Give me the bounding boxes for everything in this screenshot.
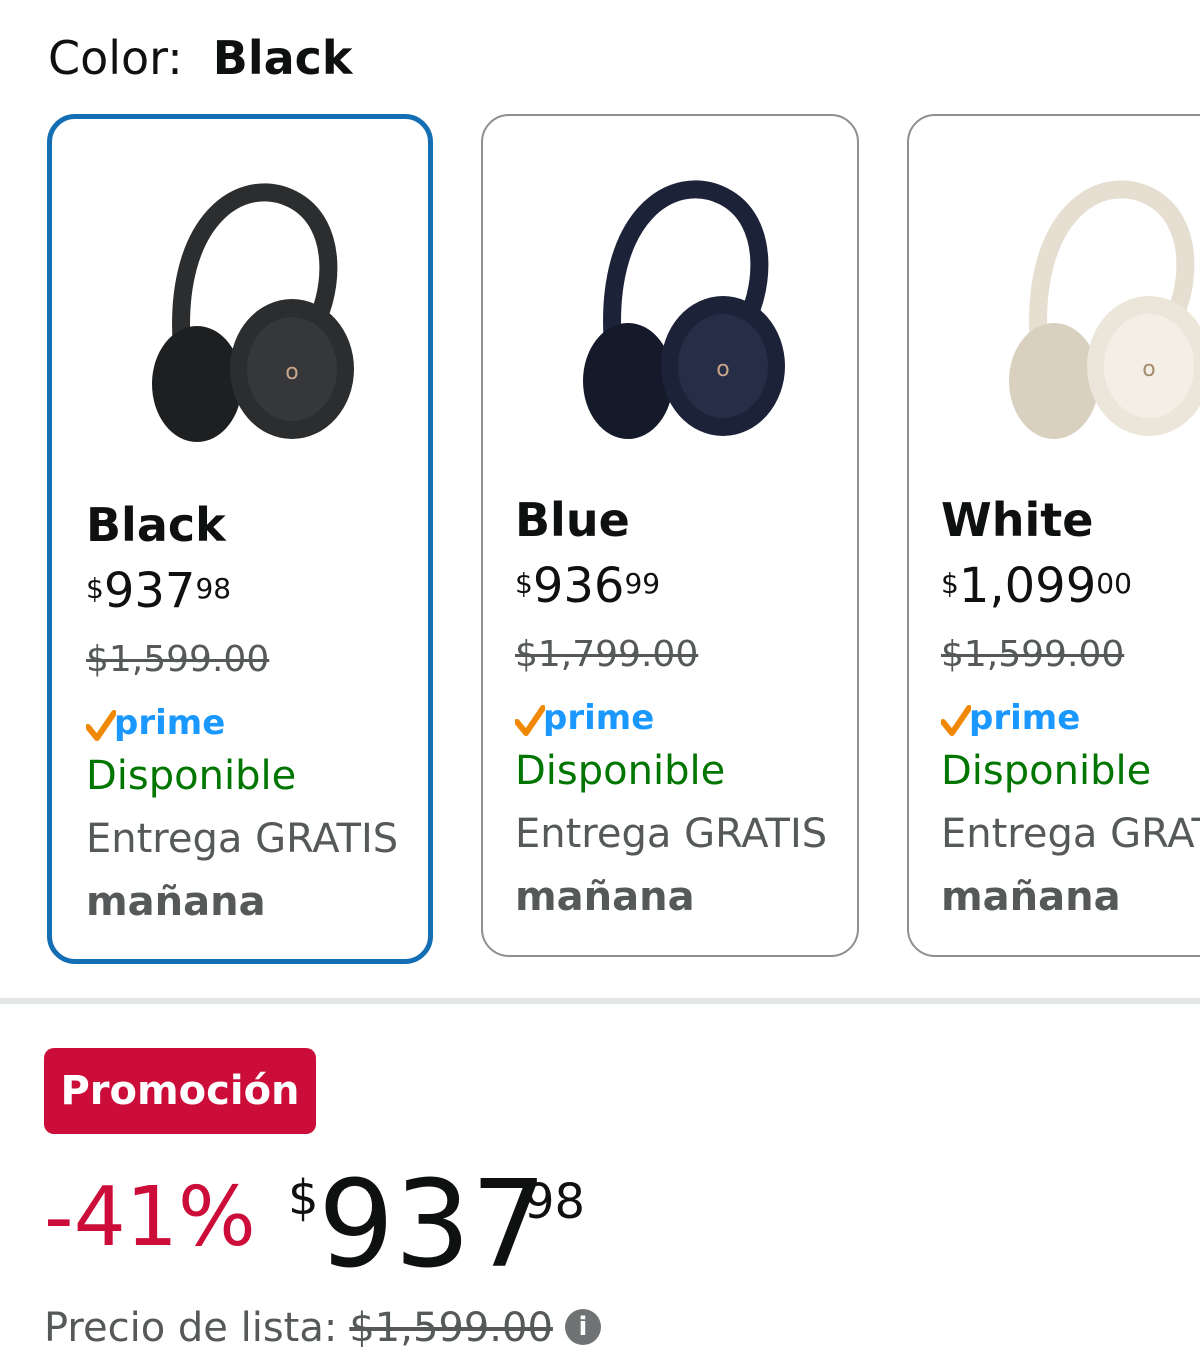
svg-text:o: o <box>716 357 729 382</box>
price-whole: 937 <box>103 563 196 619</box>
price-whole: 936 <box>532 558 625 614</box>
section-divider <box>0 998 1200 1004</box>
color-swatch-black[interactable]: o Black $93798 $1,599.00 prime Disponibl… <box>47 114 433 964</box>
prime-label: prime <box>543 698 655 738</box>
color-swatch-blue[interactable]: o Blue $93699 $1,799.00 prime Disponible… <box>481 114 859 957</box>
delivery-day: mañana <box>515 874 695 920</box>
list-price-label: Precio de lista: <box>44 1305 338 1351</box>
swatch-price: $93699 <box>515 558 660 614</box>
shipping-text: Entrega GRATIS <box>86 816 399 862</box>
price-cents: 98 <box>195 572 232 605</box>
deal-price-cents: 98 <box>524 1174 586 1230</box>
delivery-day: mañana <box>941 874 1121 920</box>
delivery-day: mañana <box>86 879 266 925</box>
headphones-white-image: o <box>1009 180 1200 439</box>
discount-percent: -41% <box>44 1170 256 1265</box>
promo-badge: Promoción <box>44 1048 316 1134</box>
availability-text: Disponible <box>941 748 1152 794</box>
price-whole: 1,099 <box>958 558 1097 614</box>
selected-color-value: Black <box>212 31 353 85</box>
list-price-amount: $1,599.00 <box>349 1305 553 1351</box>
color-selector-header: Color: Black <box>48 28 353 88</box>
product-variant-page: Color: Black o Black $93798 $1,599.00 pri… <box>0 0 1200 1362</box>
shipping-text: Entrega GRATIS <box>941 811 1200 857</box>
prime-label: prime <box>114 703 226 743</box>
price-symbol: $ <box>941 567 959 600</box>
swatch-price: $93798 <box>86 563 231 619</box>
availability-text: Disponible <box>515 748 726 794</box>
price-cents: 00 <box>1096 567 1132 600</box>
color-label: Color: <box>48 31 183 85</box>
list-price-row: Precio de lista: $1,599.00 i <box>44 1302 601 1354</box>
swatch-name: White <box>941 493 1094 547</box>
swatch-list-price: $1,799.00 <box>515 634 699 675</box>
availability-text: Disponible <box>86 753 297 799</box>
swatch-name: Black <box>86 498 226 552</box>
price-symbol: $ <box>86 572 104 605</box>
headphones-blue-image: o <box>583 180 785 439</box>
shipping-text: Entrega GRATIS <box>515 811 828 857</box>
prime-label: prime <box>969 698 1081 738</box>
swatch-list-price: $1,599.00 <box>941 634 1125 675</box>
color-swatch-white[interactable]: o White $1,09900 $1,599.00 prime Disponi… <box>907 114 1200 957</box>
svg-text:o: o <box>285 360 298 385</box>
deal-price-whole: 937 <box>318 1156 548 1295</box>
swatch-name: Blue <box>515 493 630 547</box>
svg-text:o: o <box>1142 357 1155 382</box>
price-cents: 99 <box>624 567 661 600</box>
prime-check-icon <box>86 710 116 741</box>
headphones-black-image: o <box>152 183 354 442</box>
price-symbol: $ <box>515 567 533 600</box>
swatch-price: $1,09900 <box>941 558 1132 614</box>
info-icon[interactable]: i <box>564 1309 601 1345</box>
deal-price-symbol: $ <box>288 1170 319 1226</box>
swatch-list-price: $1,599.00 <box>86 639 270 680</box>
prime-check-icon <box>515 705 545 736</box>
prime-check-icon <box>941 705 971 736</box>
